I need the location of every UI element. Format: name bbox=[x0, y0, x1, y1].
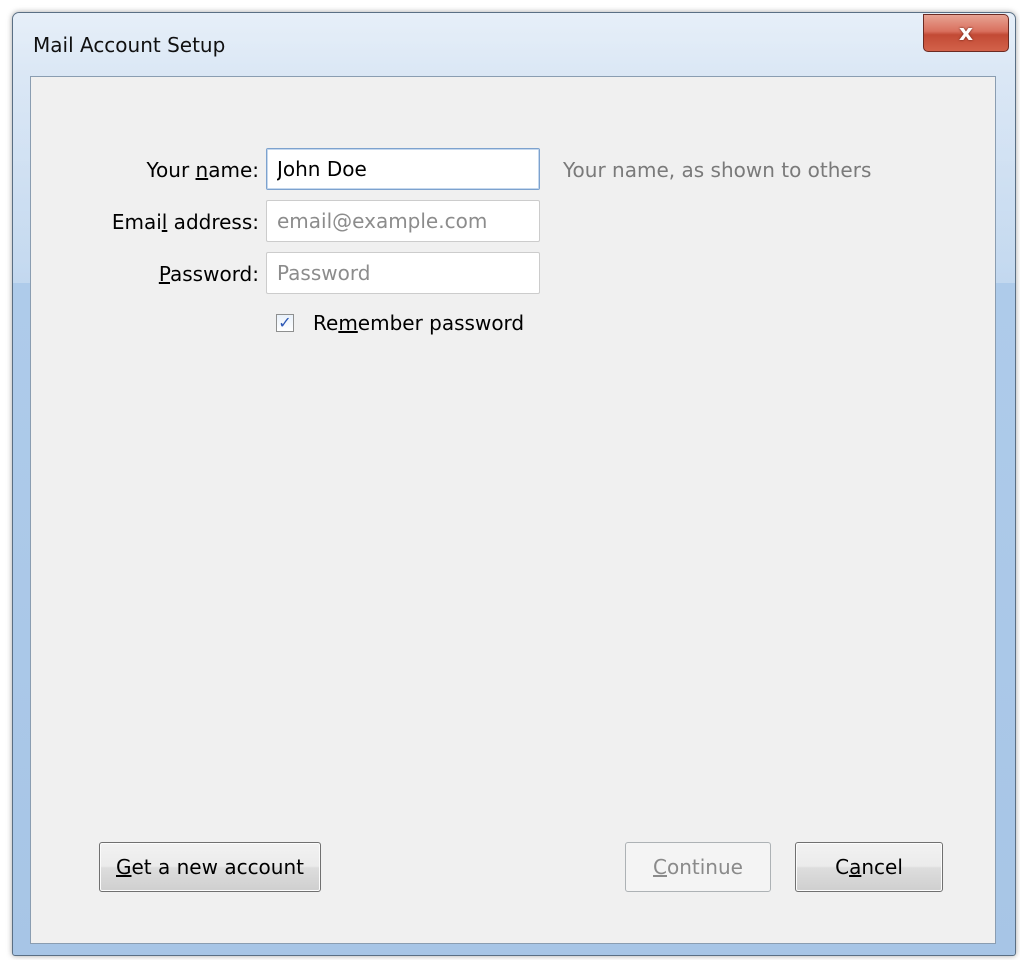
email-field[interactable] bbox=[266, 200, 540, 242]
email-input[interactable] bbox=[277, 209, 529, 233]
close-icon: x bbox=[958, 20, 974, 46]
name-hint: Your name, as shown to others bbox=[563, 158, 872, 182]
name-label: Your name: bbox=[146, 158, 259, 182]
name-input[interactable] bbox=[277, 157, 529, 181]
mail-account-setup-window: Mail Account Setup x Your name: Your nam… bbox=[12, 12, 1016, 956]
dialog-content: Your name: Your name, as shown to others… bbox=[30, 76, 996, 944]
get-new-account-button[interactable]: Get a new account bbox=[99, 842, 321, 892]
password-field[interactable] bbox=[266, 252, 540, 294]
password-input[interactable] bbox=[277, 261, 529, 285]
cancel-button[interactable]: Ca ncel bbox=[795, 842, 943, 892]
continue-button[interactable]: Continue bbox=[625, 842, 771, 892]
close-button[interactable]: x bbox=[923, 14, 1009, 52]
window-title: Mail Account Setup bbox=[33, 33, 226, 57]
remember-password-option[interactable]: ✓ Remember password bbox=[276, 311, 524, 335]
remember-password-checkbox[interactable]: ✓ bbox=[276, 314, 294, 332]
checkmark-icon: ✓ bbox=[278, 313, 292, 332]
password-label: Password: bbox=[158, 262, 259, 286]
name-field[interactable] bbox=[266, 148, 540, 190]
email-label: Email address: bbox=[111, 210, 259, 234]
remember-password-label[interactable]: Remember password bbox=[313, 311, 524, 335]
